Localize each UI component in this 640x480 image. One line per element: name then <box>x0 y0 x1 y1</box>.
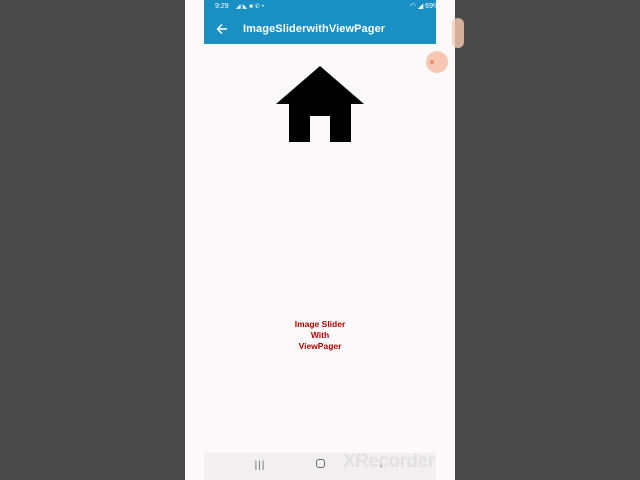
overlay-bubble <box>452 18 464 48</box>
caption-line-2: With <box>310 330 330 340</box>
home-circle-icon <box>315 459 325 468</box>
recents-button[interactable]: ||| <box>248 458 272 474</box>
telegram-icon: ◢ <box>236 4 243 10</box>
slide-caption: Image Slider With ViewPager <box>204 319 436 352</box>
app-bar: ImageSliderwithViewPager <box>204 14 436 44</box>
dot-icon: • <box>261 4 267 10</box>
image-slider[interactable]: Image Slider With ViewPager <box>204 44 436 454</box>
home-icon <box>276 66 364 142</box>
caption-line-1: Image Slider <box>294 319 346 329</box>
arrow-left-icon[interactable] <box>213 20 231 38</box>
signal-icon: ◢ <box>417 3 424 10</box>
status-time: 9:29 <box>215 3 229 10</box>
wifi-icon: ◠ <box>409 3 416 10</box>
home-button[interactable] <box>308 458 332 474</box>
phone-screen: 9:29 ◢◣■✆• ◠ ◢ 69% ▮ ImageSliderwithView… <box>185 0 455 480</box>
recorder-watermark: XRecorder <box>343 451 435 472</box>
app-title: ImageSliderwithViewPager <box>243 23 386 35</box>
status-bar: 9:29 ◢◣■✆• ◠ ◢ 69% ▮ <box>204 0 455 14</box>
status-notification-icons: ◢◣■✆• <box>236 0 266 14</box>
caption-line-3: ViewPager <box>298 341 342 351</box>
phone-icon: ✆ <box>254 4 262 10</box>
